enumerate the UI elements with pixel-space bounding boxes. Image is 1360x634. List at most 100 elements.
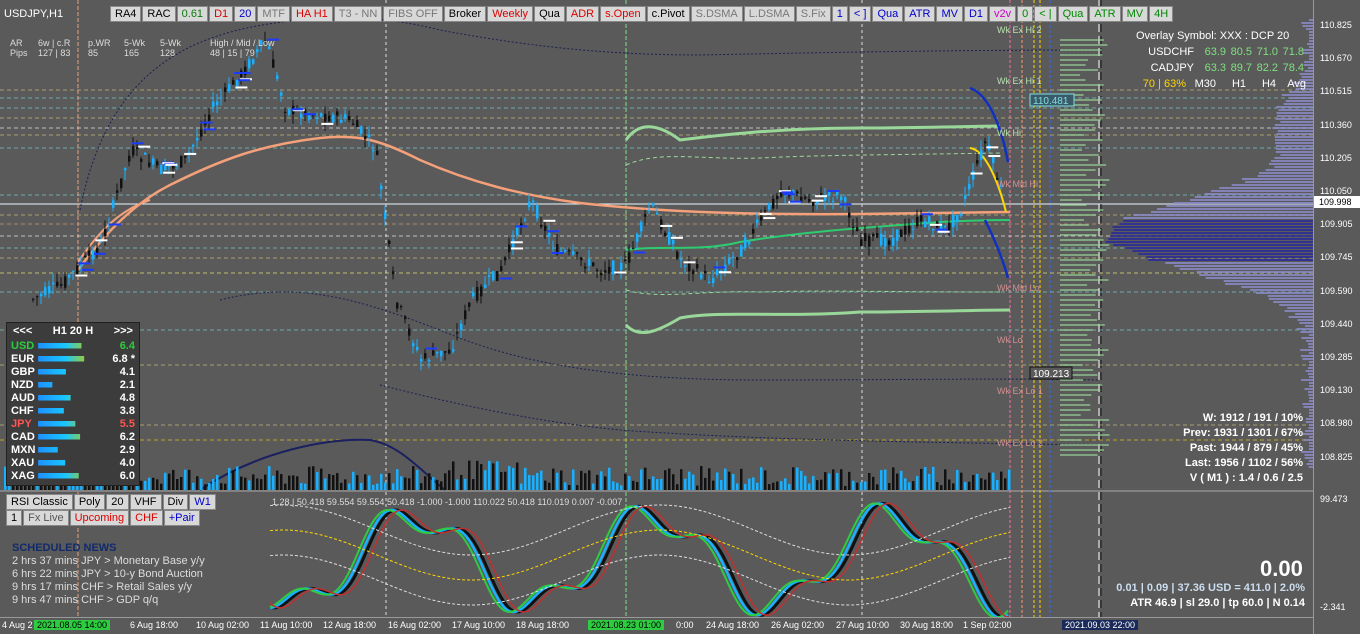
strength-currency: XAG — [11, 469, 35, 482]
toolbar-button[interactable]: < | — [1034, 6, 1057, 22]
strength-currency: NZD — [11, 378, 34, 391]
strength-next-button[interactable]: >>> — [114, 325, 133, 337]
toolbar-button[interactable]: RA4 — [110, 6, 142, 22]
toolbar-button[interactable]: Weekly — [487, 6, 534, 22]
weekly-level-label: Wk Ex Lo 1 — [997, 386, 1043, 396]
time-tick: 27 Aug 10:00 — [836, 620, 890, 630]
subwindow-button[interactable]: VHF — [129, 494, 162, 510]
subwindow-button[interactable]: Fx Live — [23, 510, 69, 526]
price-tick: 108.825 — [1320, 451, 1353, 462]
stats-cell: 85 — [88, 48, 99, 58]
chart-area[interactable]: Wk Ex Hi 2 Wk Ex Hi 1 Wk Hi Wk Mid Hi Wk Mid… — [0, 0, 1360, 634]
toolbar-button[interactable]: < ] — [848, 6, 872, 22]
strength-bar — [38, 446, 58, 453]
price-tick: 109.130 — [1320, 385, 1353, 396]
subwindow-button[interactable]: 1 — [6, 510, 23, 526]
stats-cell: 5-Wk — [160, 38, 181, 48]
subwindow-button[interactable]: W1 — [189, 494, 216, 510]
toolbar-button[interactable]: MTF — [257, 6, 290, 22]
indicator-toolbar: RA4 RAC 0.61 D1 20 MTF HA H1 T3 - NN FIBS OFF Bro… — [110, 6, 1174, 22]
toolbar-button[interactable]: 0.61 — [176, 6, 209, 22]
time-tick: 18 Aug 18:00 — [516, 620, 570, 630]
sub-axis-bottom: -2.341 — [1320, 602, 1346, 612]
strength-value: 2.1 — [119, 378, 135, 391]
toolbar-button[interactable]: S.Fix — [795, 6, 831, 22]
strength-value: 6.4 — [119, 339, 135, 352]
toolbar-button[interactable]: v2v — [989, 6, 1017, 22]
toolbar-button[interactable]: s.Open — [600, 6, 646, 22]
toolbar-button[interactable]: Qua — [534, 6, 565, 22]
price-tick: 109.285 — [1320, 352, 1353, 362]
price-tick: 109.745 — [1320, 252, 1353, 263]
subwindow-button[interactable]: CHF — [130, 510, 163, 526]
toolbar-button[interactable]: 20 — [234, 6, 257, 22]
strength-value: 4.1 — [119, 365, 135, 378]
strength-bar — [38, 394, 71, 401]
time-tick: 10 Aug 02:00 — [196, 620, 250, 630]
subwindow-button[interactable]: 20 — [106, 494, 129, 510]
time-tick: 12 Aug 18:00 — [323, 620, 377, 630]
toolbar-button[interactable]: FIBS OFF — [383, 6, 443, 22]
toolbar-button[interactable]: T3 - NN — [333, 6, 383, 22]
subwindow-button[interactable]: +Pair — [163, 510, 200, 526]
toolbar-button[interactable]: L.DSMA — [743, 6, 795, 22]
subwindow-button[interactable]: Upcoming — [69, 510, 130, 526]
toolbar-button[interactable]: 0 — [1017, 6, 1034, 22]
time-tick: 11 Aug 10:00 — [260, 620, 313, 630]
strength-row: XAU 4.0 — [7, 456, 139, 469]
subwindow-button[interactable]: Poly — [73, 494, 106, 510]
toolbar-button[interactable]: 4H — [1149, 6, 1174, 22]
stats-cell: p.WR — [88, 38, 111, 48]
overlay-tf-label: H4 — [1261, 78, 1276, 90]
price-axis[interactable]: 109.998 99.473 -2.341 110.825 110.670 110.… — [1313, 0, 1360, 634]
strength-currency: JPY — [11, 417, 32, 430]
news-item: 9 hrs 17 mins CHF > Retail Sales y/y — [12, 581, 193, 593]
overlay-footer: 70 | 63% M30 H1 H4 Avg — [1130, 76, 1306, 92]
news-panel: SCHEDULED NEWS 2 hrs 37 mins JPY > Monet… — [12, 542, 205, 607]
stats-cell: 5-Wk — [124, 38, 145, 48]
oscillator-values: 1.28 | 50.418 59.554 59.554 50.418 -1.00… — [272, 497, 622, 507]
toolbar-button[interactable]: MV — [1121, 6, 1149, 22]
toolbar-button[interactable]: MV — [936, 6, 963, 22]
price-tick: 110.205 — [1320, 152, 1352, 163]
time-tick: 4 Aug 2 — [2, 620, 33, 630]
toolbar-button[interactable]: Broker — [443, 6, 487, 22]
toolbar-button[interactable]: D1 — [963, 6, 989, 22]
strength-row: CAD 6.2 — [7, 430, 139, 443]
time-tick: 17 Aug 10:00 — [452, 620, 506, 630]
strength-row: USD 6.4 — [7, 339, 139, 352]
strength-prev-button[interactable]: <<< — [13, 325, 32, 337]
strength-row: AUD 4.8 — [7, 391, 139, 404]
oscillator-toolbar: RSI Classic Poly 20 VHF Div W1 — [6, 494, 216, 510]
strength-bar — [38, 420, 76, 427]
toolbar-button[interactable]: Qua — [872, 6, 904, 22]
strength-currency: USD — [11, 339, 35, 352]
overlay-tf-label: M30 — [1194, 78, 1216, 90]
toolbar-button[interactable]: HA H1 — [290, 6, 333, 22]
toolbar-button[interactable]: 1 — [831, 6, 848, 22]
overlay-value: 89.7 — [1230, 62, 1252, 74]
toolbar-button[interactable]: Qua — [1057, 6, 1089, 22]
toolbar-button[interactable]: ATR — [904, 6, 936, 22]
overlay-footer-score: 70 | 63% — [1142, 78, 1186, 90]
toolbar-button[interactable]: RAC — [142, 6, 176, 22]
stats-cell: 48 | 15 | 79 — [210, 48, 255, 58]
price-tick: 109.905 — [1320, 219, 1353, 230]
toolbar-button[interactable]: ATR — [1089, 6, 1121, 22]
overlay-value: 63.9 — [1204, 46, 1226, 58]
strength-currency: AUD — [11, 391, 35, 404]
toolbar-button[interactable]: ADR — [565, 6, 600, 22]
strength-currency: XAU — [11, 456, 35, 469]
news-item: 2 hrs 37 mins JPY > Monetary Base y/y — [12, 555, 205, 567]
news-title: SCHEDULED NEWS — [12, 542, 117, 554]
price-tick: 110.050 — [1320, 186, 1352, 196]
subwindow-button[interactable]: RSI Classic — [6, 494, 73, 510]
price-tick: 110.360 — [1320, 119, 1352, 130]
subwindow-button[interactable]: Div — [162, 494, 189, 510]
toolbar-button[interactable]: D1 — [209, 6, 234, 22]
toolbar-button[interactable]: S.DSMA — [690, 6, 743, 22]
toolbar-button[interactable]: c.Pivot — [646, 6, 690, 22]
time-axis[interactable]: 4 Aug 2 2021.08.05 14:00 6 Aug 18:00 10 Aug… — [0, 617, 1313, 634]
strength-bar — [38, 355, 85, 362]
atr-line: ATR 46.9 | sl 29.0 | tp 60.0 | N 0.14 — [1130, 597, 1305, 609]
